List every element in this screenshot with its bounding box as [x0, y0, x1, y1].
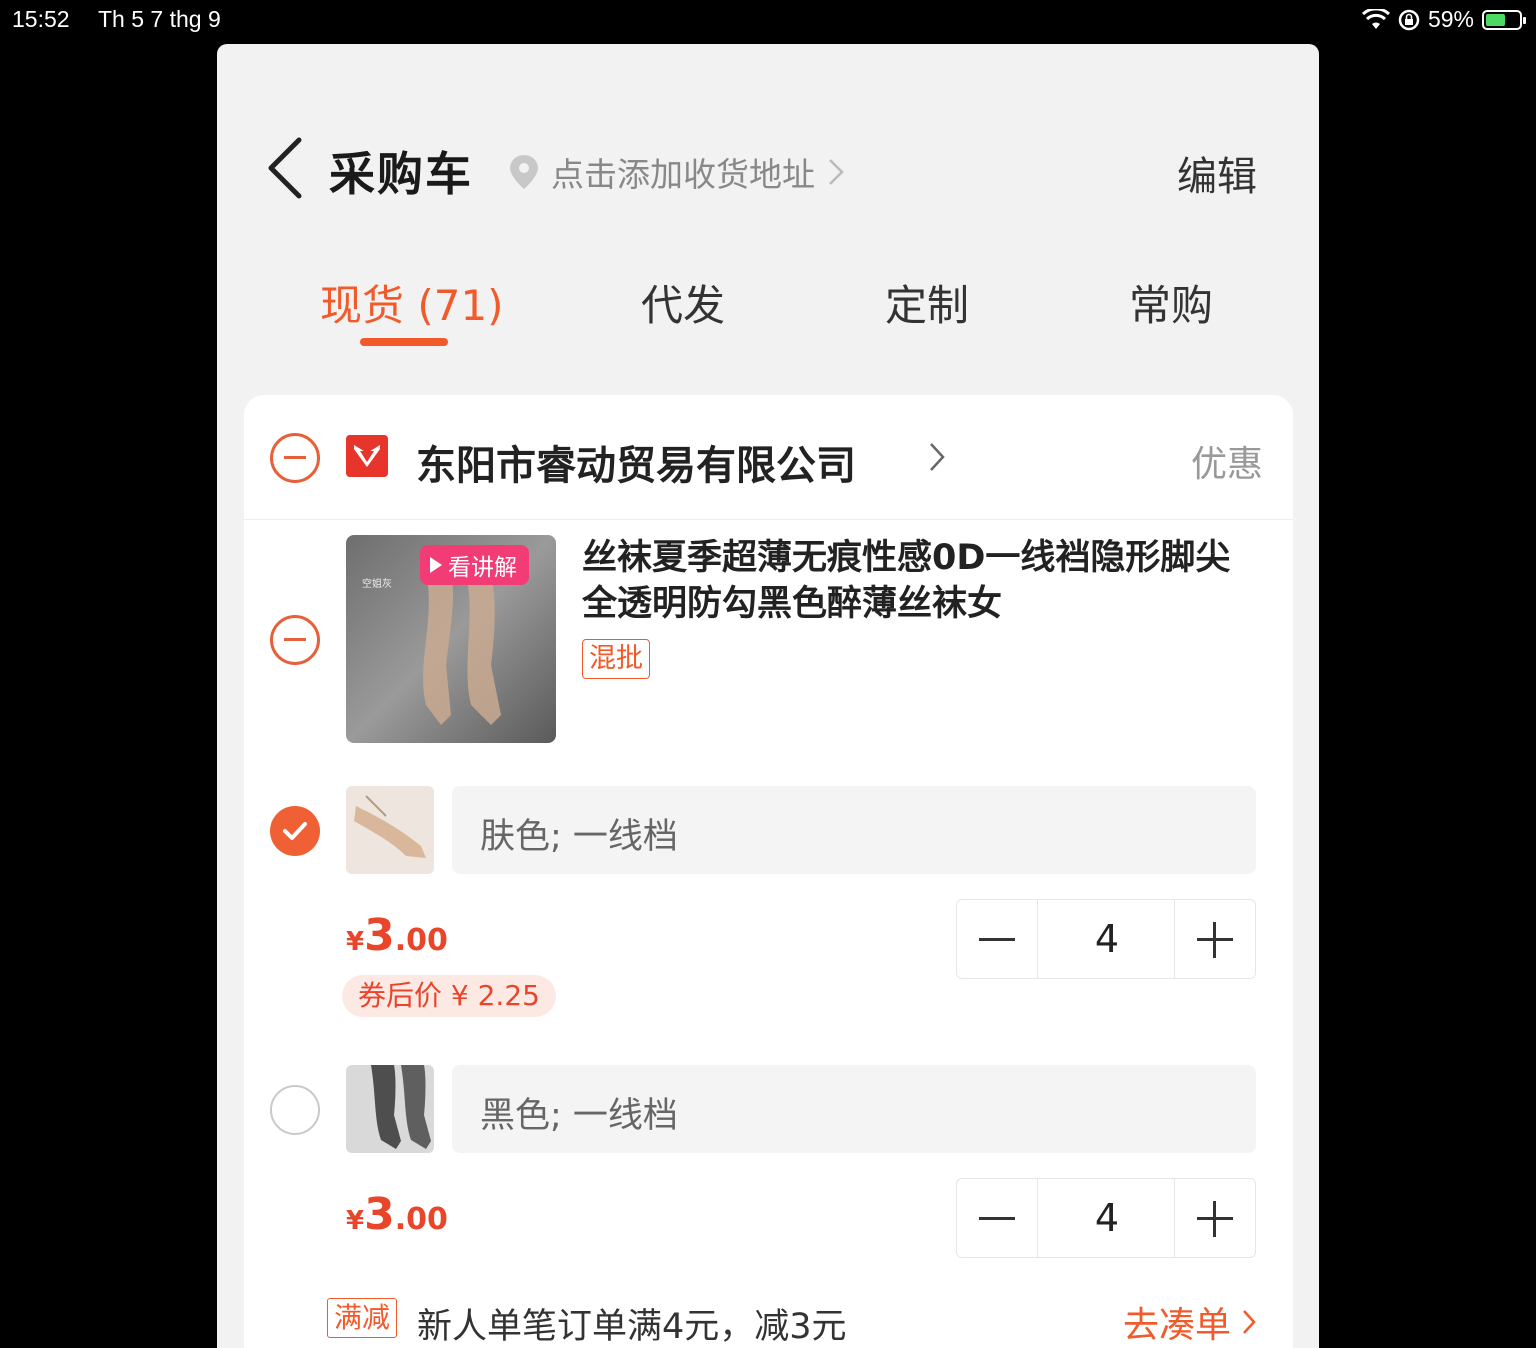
shop-select-checkbox[interactable]: [270, 433, 320, 483]
location-pin-icon: [510, 155, 538, 189]
purchase-cart-panel: 采购车 点击添加收货地址 编辑 现货 (71) 代发 定制 常购 东阳市睿动贸易…: [217, 44, 1319, 1348]
price-integer: 3: [364, 910, 395, 961]
quantity-value[interactable]: 4: [1037, 1179, 1177, 1257]
address-link[interactable]: 点击添加收货地址: [507, 148, 845, 196]
chevron-right-icon: [829, 159, 844, 185]
product-title[interactable]: 丝袜夏季超薄无痕性感0D一线裆隐形脚尖全透明防勾黑色醉薄丝袜女: [582, 535, 1252, 627]
product-select-checkbox[interactable]: [270, 615, 320, 665]
status-time: 15:52: [12, 6, 70, 32]
header: 采购车 点击添加收货地址 编辑: [217, 44, 1319, 284]
sku-thumbnail[interactable]: [346, 1065, 434, 1153]
sku-thumbnail[interactable]: [346, 786, 434, 874]
decrease-quantity-button[interactable]: [957, 1179, 1038, 1257]
wifi-icon: [1361, 8, 1390, 29]
add-more-items-label: 去凑单: [1122, 1305, 1231, 1346]
shop-chevron-icon[interactable]: [928, 441, 946, 473]
sku-spec-text: 肤色; 一线档: [480, 817, 678, 857]
play-icon: [430, 557, 442, 573]
page-title: 采购车: [329, 147, 473, 201]
address-text: 点击添加收货地址: [551, 155, 815, 194]
quantity-stepper: 4: [956, 899, 1256, 979]
price-currency: ¥: [346, 1206, 365, 1236]
sku-checkbox-unchecked[interactable]: [270, 1085, 320, 1135]
shop-row: 东阳市睿动贸易有限公司 优惠: [244, 395, 1293, 520]
decrease-quantity-button[interactable]: [957, 900, 1038, 978]
chevron-right-icon: [1243, 1310, 1256, 1334]
sku-checkbox-checked[interactable]: [270, 806, 320, 856]
price-decimal: .00: [394, 923, 448, 958]
sku-spec-selector[interactable]: 黑色; 一线档: [452, 1065, 1256, 1153]
active-tab-indicator: [360, 338, 448, 346]
sku-spec-text: 黑色; 一线档: [480, 1096, 678, 1136]
status-right: 59%: [1361, 6, 1526, 33]
battery-percent: 59%: [1427, 6, 1474, 32]
shop-logo-icon: [346, 435, 388, 477]
increase-quantity-button[interactable]: [1174, 900, 1255, 978]
tab-dropship[interactable]: 代发: [641, 272, 725, 333]
quantity-value[interactable]: 4: [1037, 900, 1177, 978]
battery-icon: [1482, 9, 1526, 30]
promotion-tag: 满减: [327, 1298, 398, 1338]
status-date: Th 5 7 thg 9: [98, 6, 221, 32]
sku-spec-selector[interactable]: 肤色; 一线档: [452, 786, 1256, 874]
add-more-items-link[interactable]: 去凑单: [1123, 1296, 1257, 1348]
sku-price: ¥3.00: [346, 1189, 448, 1240]
status-bar: 15:52 Th 5 7 thg 9 59%: [0, 0, 1536, 42]
price-integer: 3: [364, 1189, 395, 1240]
battery-fill: [1486, 13, 1505, 26]
coupon-price-badge: 券后价 ¥ 2.25: [342, 975, 556, 1017]
sku-price: ¥3.00: [346, 910, 448, 961]
increase-quantity-button[interactable]: [1174, 1179, 1255, 1257]
price-currency: ¥: [346, 927, 365, 957]
tab-in-stock[interactable]: 现货 (71): [320, 272, 504, 333]
tab-custom[interactable]: 定制: [885, 272, 969, 333]
shop-promo-button[interactable]: 优惠: [1191, 435, 1263, 487]
shop-card: 东阳市睿动贸易有限公司 优惠 空姐灰 看讲解 丝袜夏季超薄无痕性感0D一线裆隐形…: [244, 395, 1293, 1348]
check-icon: [283, 822, 307, 840]
product-image[interactable]: 空姐灰 看讲解: [346, 535, 556, 743]
product-image-caption: 空姐灰: [362, 579, 392, 590]
edit-button[interactable]: 编辑: [1177, 144, 1257, 202]
shop-name[interactable]: 东阳市睿动贸易有限公司: [416, 433, 856, 491]
video-explain-badge[interactable]: 看讲解: [420, 545, 529, 585]
price-decimal: .00: [394, 1202, 448, 1237]
rotation-lock-icon: [1398, 9, 1420, 30]
promotion-bar: 满减 新人单笔订单满4元，减3元 去凑单: [327, 1294, 1256, 1347]
promotion-text: 新人单笔订单满4元，减3元: [417, 1307, 847, 1347]
back-arrow-icon[interactable]: [263, 136, 307, 200]
tab-frequent[interactable]: 常购: [1129, 272, 1213, 333]
video-badge-label: 看讲解: [448, 555, 517, 581]
quantity-stepper: 4: [956, 1178, 1256, 1258]
mixed-batch-tag: 混批: [582, 639, 650, 679]
product-photo: [423, 575, 501, 725]
